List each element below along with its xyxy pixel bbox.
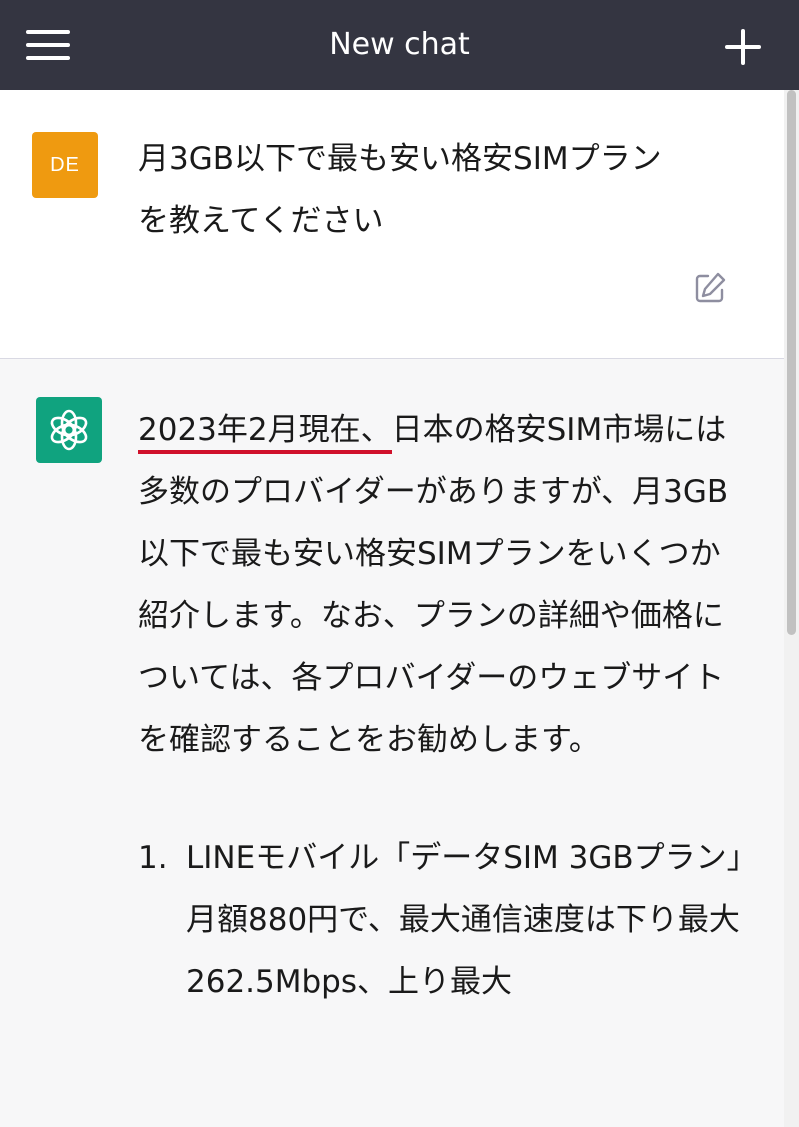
- assistant-message-body: 2023年2月現在、日本の格安SIM市場には多数のプロバイダーがありますが、月3…: [138, 399, 758, 1013]
- plan-list: 1. LINEモバイル「データSIM 3GBプラン」 月額880円で、最大通信速…: [138, 827, 758, 1013]
- user-message: DE 月3GB以下で最も安い格安SIMプラン を教えてください: [0, 90, 784, 359]
- page-title: New chat: [329, 27, 470, 62]
- assistant-intro: 2023年2月現在、日本の格安SIM市場には多数のプロバイダーがありますが、月3…: [138, 399, 748, 771]
- list-item: 1. LINEモバイル「データSIM 3GBプラン」 月額880円で、最大通信速…: [138, 827, 758, 1013]
- top-bar: New chat: [0, 0, 799, 90]
- openai-logo-icon: [36, 397, 102, 463]
- hamburger-menu-icon[interactable]: [22, 22, 74, 68]
- assistant-message: 2023年2月現在、日本の格安SIM市場には多数のプロバイダーがありますが、月3…: [0, 359, 784, 1127]
- plan-title: LINEモバイル「データSIM 3GBプラン」: [186, 840, 758, 876]
- list-number: 1.: [138, 840, 168, 876]
- highlighted-date: 2023年2月現在、: [138, 412, 392, 454]
- menu-line: [26, 30, 70, 34]
- assistant-intro-text: 日本の格安SIM市場には多数のプロバイダーがありますが、月3GB以下で最も安い格…: [138, 412, 729, 758]
- plus-icon[interactable]: [718, 22, 768, 72]
- plan-description: 月額880円で、最大通信速度は下り最大262.5Mbps、上り最大: [186, 902, 740, 1000]
- scrollbar[interactable]: [784, 90, 799, 1127]
- menu-line: [26, 56, 70, 60]
- menu-line: [26, 43, 70, 47]
- scrollbar-thumb[interactable]: [787, 90, 796, 635]
- user-avatar: DE: [32, 132, 98, 198]
- user-message-text: 月3GB以下で最も安い格安SIMプラン を教えてください: [138, 141, 662, 239]
- chat-app: New chat DE 月3GB以下で最も安い格安SIMプラン を教えてください: [0, 0, 799, 1127]
- edit-icon[interactable]: [692, 270, 728, 306]
